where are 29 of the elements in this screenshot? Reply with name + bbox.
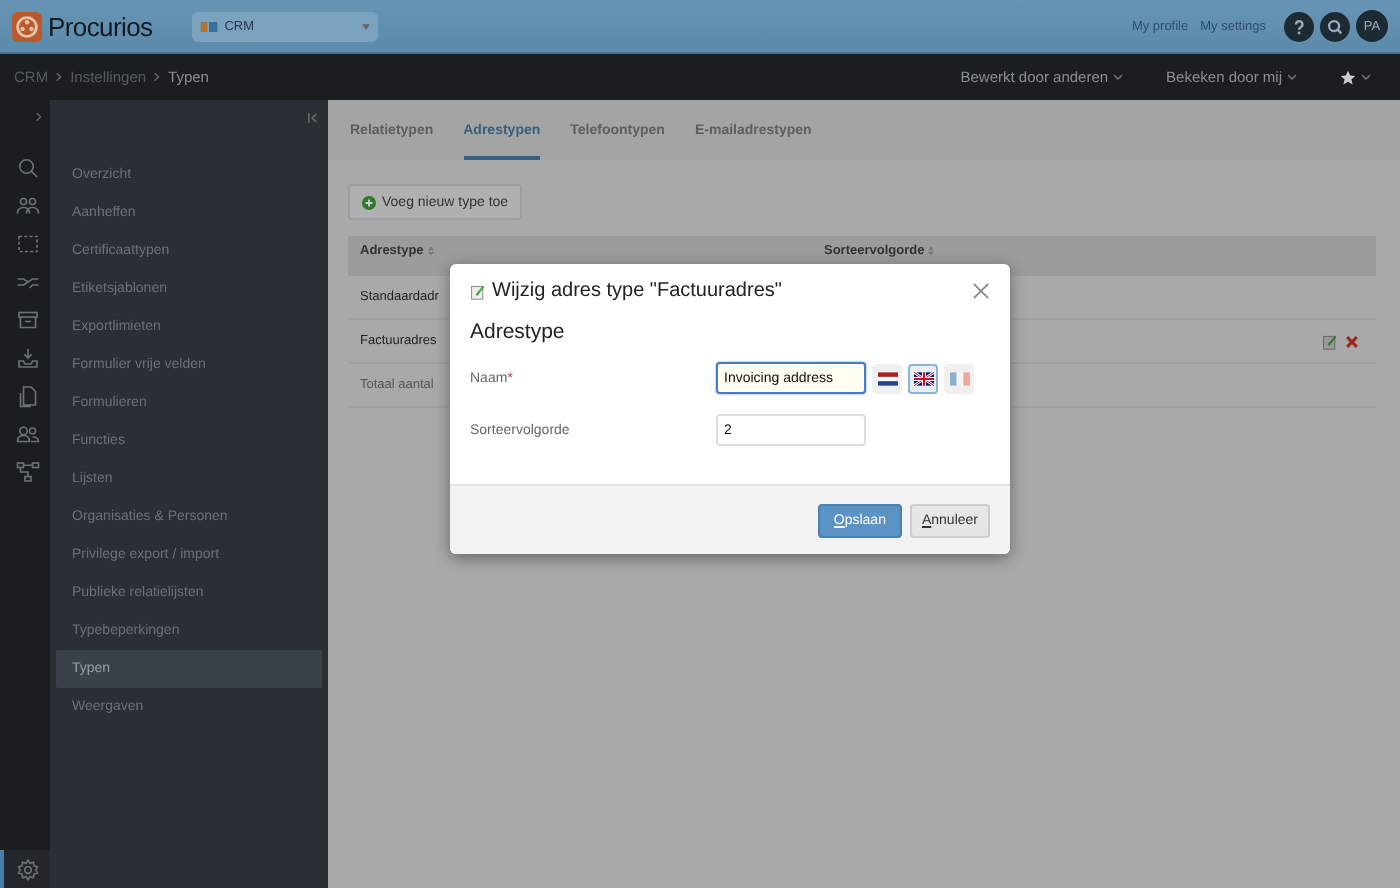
caret-icon bbox=[362, 23, 371, 29]
language-flag-button[interactable] bbox=[908, 363, 938, 393]
expand-icon[interactable] bbox=[36, 112, 42, 122]
language-flag-button[interactable] bbox=[872, 363, 902, 393]
caret-icon bbox=[1288, 74, 1296, 80]
dialog-title: Wijzig adres type "Factuuradres" bbox=[492, 280, 782, 302]
flag-icon bbox=[949, 371, 969, 385]
edit-icon[interactable] bbox=[1322, 333, 1338, 349]
edit-icon bbox=[470, 283, 486, 299]
delete-icon[interactable] bbox=[1344, 333, 1360, 349]
favorites-menu[interactable] bbox=[1340, 69, 1370, 85]
collapse-icon[interactable] bbox=[308, 112, 318, 124]
app-name: Procurios bbox=[48, 11, 153, 41]
chevron-icon bbox=[154, 72, 161, 82]
caret-icon bbox=[1114, 74, 1123, 80]
help-icon bbox=[1290, 17, 1308, 35]
search-button[interactable] bbox=[1320, 11, 1350, 41]
plus-icon bbox=[362, 195, 376, 209]
search-icon bbox=[1326, 17, 1344, 35]
close-icon[interactable] bbox=[972, 282, 990, 300]
settings-icon[interactable] bbox=[0, 850, 50, 888]
flag-icon bbox=[877, 371, 897, 385]
logo-icon bbox=[12, 11, 42, 41]
help-button[interactable] bbox=[1284, 11, 1314, 41]
star-icon bbox=[1340, 69, 1356, 85]
caret-icon bbox=[1362, 74, 1370, 80]
chevron-icon bbox=[56, 72, 63, 82]
section-heading: Adrestype bbox=[470, 320, 567, 344]
flag-icon bbox=[913, 371, 933, 385]
